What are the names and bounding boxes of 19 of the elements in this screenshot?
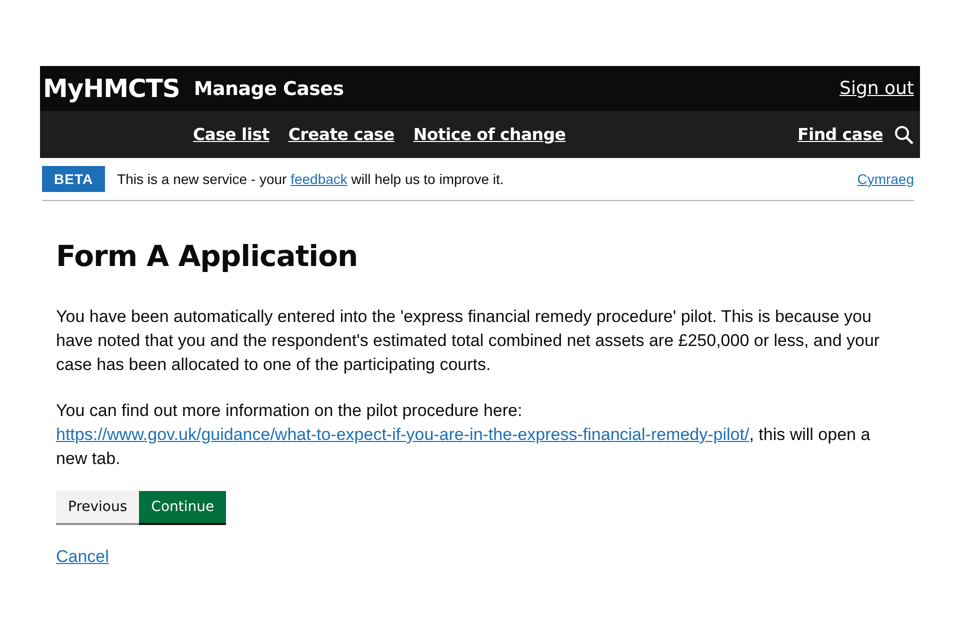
page-title: Form A Application: [56, 239, 359, 273]
find-case-link[interactable]: Find case: [798, 125, 883, 144]
nav-link[interactable]: Create case: [288, 125, 394, 144]
sign-out-link[interactable]: Sign out: [840, 78, 914, 99]
beta-tag: BETA: [42, 166, 106, 192]
nav-link[interactable]: Notice of change: [413, 125, 566, 144]
cancel-link[interactable]: Cancel: [56, 547, 109, 567]
search-icon[interactable]: [894, 124, 914, 144]
logo: MyHMCTS: [43, 74, 180, 103]
feedback-link[interactable]: feedback: [290, 171, 348, 187]
continue-button[interactable]: Continue: [139, 491, 226, 523]
language-link[interactable]: Cymraeg: [857, 171, 914, 187]
nav-link[interactable]: Case list: [193, 125, 270, 144]
beta-message: This is a new service - your feedback will help us to improve it.: [117, 171, 504, 187]
previous-button[interactable]: Previous: [56, 491, 140, 523]
paragraph: You have been automatically entered into the 'express financial remedy procedure' pilot. This is because you have noted that you and the respondent's estimated total combined net assets are £250,000 or less, and your case has been allocated to one of the participating courts.: [56, 306, 881, 376]
service-name: Manage Cases: [194, 78, 344, 100]
guidance-link[interactable]: https://www.gov.uk/guidance/what-to-expect-if-you-are-in-the-express-financial-remedy-pilot/: [56, 425, 750, 444]
paragraph: You can find out more information on the pilot procedure here: https://www.gov.uk/guidance/what-to-expect-if-you-are-in-the-express-financial-remedy-pilot/, this will open a new tab.: [56, 400, 872, 470]
